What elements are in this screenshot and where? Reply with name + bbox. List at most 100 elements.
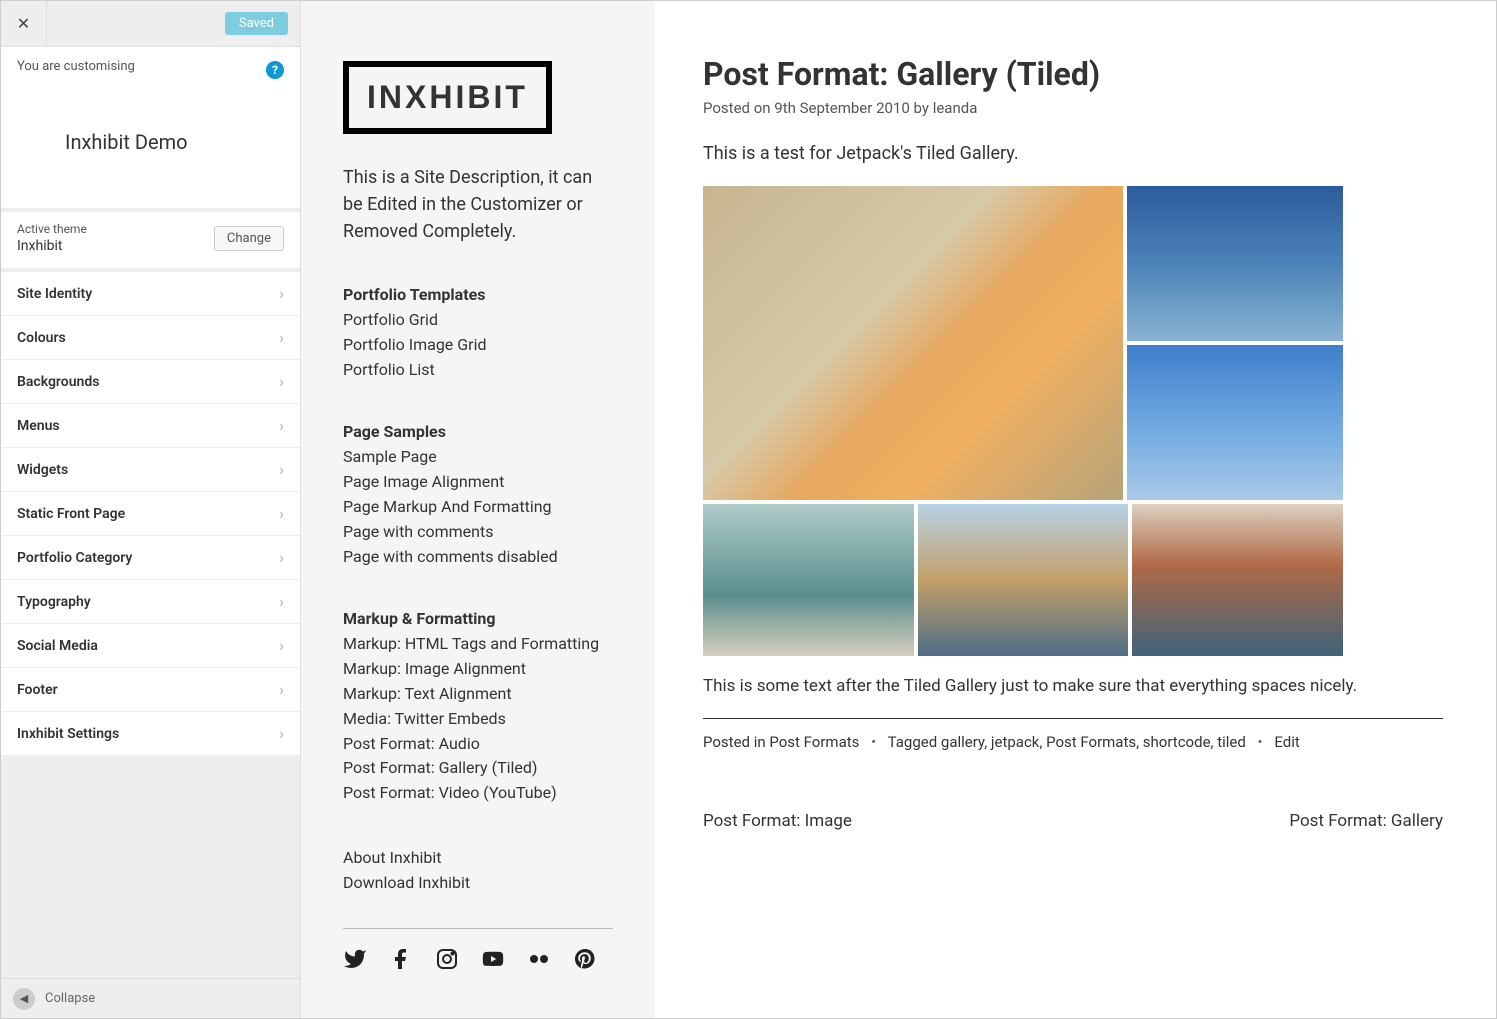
saved-badge: Saved (225, 12, 288, 35)
chevron-right-icon: › (279, 680, 284, 699)
flickr-icon[interactable] (527, 947, 551, 971)
post-category-link[interactable]: Post Formats (769, 733, 859, 751)
sidebar-section-title: Portfolio Templates (343, 285, 613, 304)
post-date-link[interactable]: 9th September 2010 (774, 99, 910, 117)
chevron-right-icon: › (279, 416, 284, 435)
sidebar-nav-link[interactable]: Page with comments disabled (343, 545, 613, 570)
collapse-label: Collapse (45, 991, 95, 1006)
section-label: Inxhibit Settings (17, 726, 119, 742)
change-theme-button[interactable]: Change (214, 226, 284, 251)
chevron-right-icon: › (279, 328, 284, 347)
post-separator (703, 718, 1443, 719)
sidebar-nav-link[interactable]: Page Image Alignment (343, 470, 613, 495)
customizer-section-portfolio-category[interactable]: Portfolio Category › (1, 536, 300, 580)
preview-pane: INXHIBIT This is a Site Description, it … (301, 1, 1496, 1018)
customizer-section-colours[interactable]: Colours › (1, 316, 300, 360)
site-logo[interactable]: INXHIBIT (343, 61, 613, 134)
youtube-icon[interactable] (481, 947, 505, 971)
sidebar-nav-link[interactable]: Portfolio Grid (343, 308, 613, 333)
next-post-link[interactable]: Post Format: Gallery (1289, 811, 1443, 831)
social-links (343, 947, 613, 971)
section-label: Backgrounds (17, 374, 99, 390)
section-label: Site Identity (17, 286, 92, 302)
section-label: Menus (17, 418, 60, 434)
active-theme-name: Inxhibit (17, 238, 87, 254)
chevron-right-icon: › (279, 460, 284, 479)
chevron-right-icon: › (279, 504, 284, 523)
help-icon[interactable]: ? (266, 61, 284, 79)
sidebar-nav-link[interactable]: Download Inxhibit (343, 871, 613, 896)
sidebar-nav-link[interactable]: Post Format: Video (YouTube) (343, 781, 613, 806)
chevron-right-icon: › (279, 724, 284, 743)
pinterest-icon[interactable] (573, 947, 597, 971)
collapse-icon: ◀ (13, 988, 35, 1010)
customizer-title-block: ? You are customising Inxhibit Demo (1, 47, 300, 208)
sidebar-nav-link[interactable]: Sample Page (343, 445, 613, 470)
post-title: Post Format: Gallery (Tiled) (703, 55, 1448, 93)
post-footer-meta: Posted in Post Formats • Tagged gallery,… (703, 733, 1448, 751)
post-lead: This is a test for Jetpack's Tiled Galle… (703, 143, 1448, 164)
post-navigation: Post Format: Image Post Format: Gallery (703, 811, 1443, 831)
sidebar-nav-link[interactable]: Page with comments (343, 520, 613, 545)
gallery-image[interactable] (1127, 186, 1343, 341)
customising-label: You are customising (17, 59, 284, 74)
chevron-right-icon: › (279, 372, 284, 391)
sidebar-nav-link[interactable]: Markup: HTML Tags and Formatting (343, 632, 613, 657)
chevron-right-icon: › (279, 548, 284, 567)
gallery-image[interactable] (703, 186, 1123, 500)
sidebar-nav-link[interactable]: Markup: Text Alignment (343, 682, 613, 707)
post-author-link[interactable]: leanda (933, 99, 978, 117)
sidebar-section-title: Page Samples (343, 422, 613, 441)
post-after-text: This is some text after the Tiled Galler… (703, 676, 1448, 696)
chevron-right-icon: › (279, 636, 284, 655)
sidebar-nav-link[interactable]: Markup: Image Alignment (343, 657, 613, 682)
site-description: This is a Site Description, it can be Ed… (343, 164, 613, 245)
edit-link[interactable]: Edit (1274, 733, 1299, 751)
section-label: Static Front Page (17, 506, 125, 522)
gallery-image[interactable] (1127, 345, 1343, 500)
customizer-section-menus[interactable]: Menus › (1, 404, 300, 448)
customizer-section-footer[interactable]: Footer › (1, 668, 300, 712)
customizer-section-widgets[interactable]: Widgets › (1, 448, 300, 492)
section-label: Widgets (17, 462, 68, 478)
section-label: Portfolio Category (17, 550, 132, 566)
customizer-section-backgrounds[interactable]: Backgrounds › (1, 360, 300, 404)
chevron-right-icon: › (279, 592, 284, 611)
collapse-button[interactable]: ◀ Collapse (1, 978, 300, 1018)
customizer-section-static-front-page[interactable]: Static Front Page › (1, 492, 300, 536)
site-sidebar: INXHIBIT This is a Site Description, it … (301, 1, 655, 1018)
post-tags[interactable]: gallery, jetpack, Post Formats, shortcod… (941, 733, 1246, 751)
gallery-image[interactable] (918, 504, 1129, 656)
site-name: Inxhibit Demo (17, 76, 266, 194)
facebook-icon[interactable] (389, 947, 413, 971)
customizer-section-site-identity[interactable]: Site Identity› (1, 272, 300, 316)
customizer-panel: ✕ Saved ? You are customising Inxhibit D… (1, 1, 301, 1018)
twitter-icon[interactable] (343, 947, 367, 971)
post-meta: Posted on 9th September 2010 by leanda (703, 99, 1448, 117)
customizer-header: ✕ Saved (1, 1, 300, 47)
section-label: Colours (17, 330, 66, 346)
instagram-icon[interactable] (435, 947, 459, 971)
sidebar-nav-link[interactable]: Post Format: Audio (343, 732, 613, 757)
customizer-section-inxhibit-settings[interactable]: Inxhibit Settings › (1, 712, 300, 756)
close-icon: ✕ (17, 14, 30, 33)
customizer-section-social-media[interactable]: Social Media › (1, 624, 300, 668)
sidebar-nav-link[interactable]: Page Markup And Formatting (343, 495, 613, 520)
section-label: Footer (17, 682, 58, 698)
sidebar-nav-link[interactable]: Post Format: Gallery (Tiled) (343, 756, 613, 781)
sidebar-section-title: Markup & Formatting (343, 609, 613, 628)
sidebar-nav-link[interactable]: Portfolio List (343, 358, 613, 383)
prev-post-link[interactable]: Post Format: Image (703, 811, 852, 831)
logo-text: INXHIBIT (343, 61, 552, 134)
sidebar-divider (343, 928, 613, 929)
gallery-image[interactable] (703, 504, 914, 656)
gallery-image[interactable] (1132, 504, 1343, 656)
section-label: Social Media (17, 638, 98, 654)
sidebar-nav-link[interactable]: Portfolio Image Grid (343, 333, 613, 358)
customizer-section-typography[interactable]: Typography› (1, 580, 300, 624)
sidebar-nav-link[interactable]: Media: Twitter Embeds (343, 707, 613, 732)
customizer-section-list: Site Identity›Colours›Backgrounds›Menus›… (1, 272, 300, 978)
sidebar-nav-link[interactable]: About Inxhibit (343, 846, 613, 871)
close-button[interactable]: ✕ (1, 1, 47, 47)
post-content: Post Format: Gallery (Tiled) Posted on 9… (655, 1, 1496, 1018)
